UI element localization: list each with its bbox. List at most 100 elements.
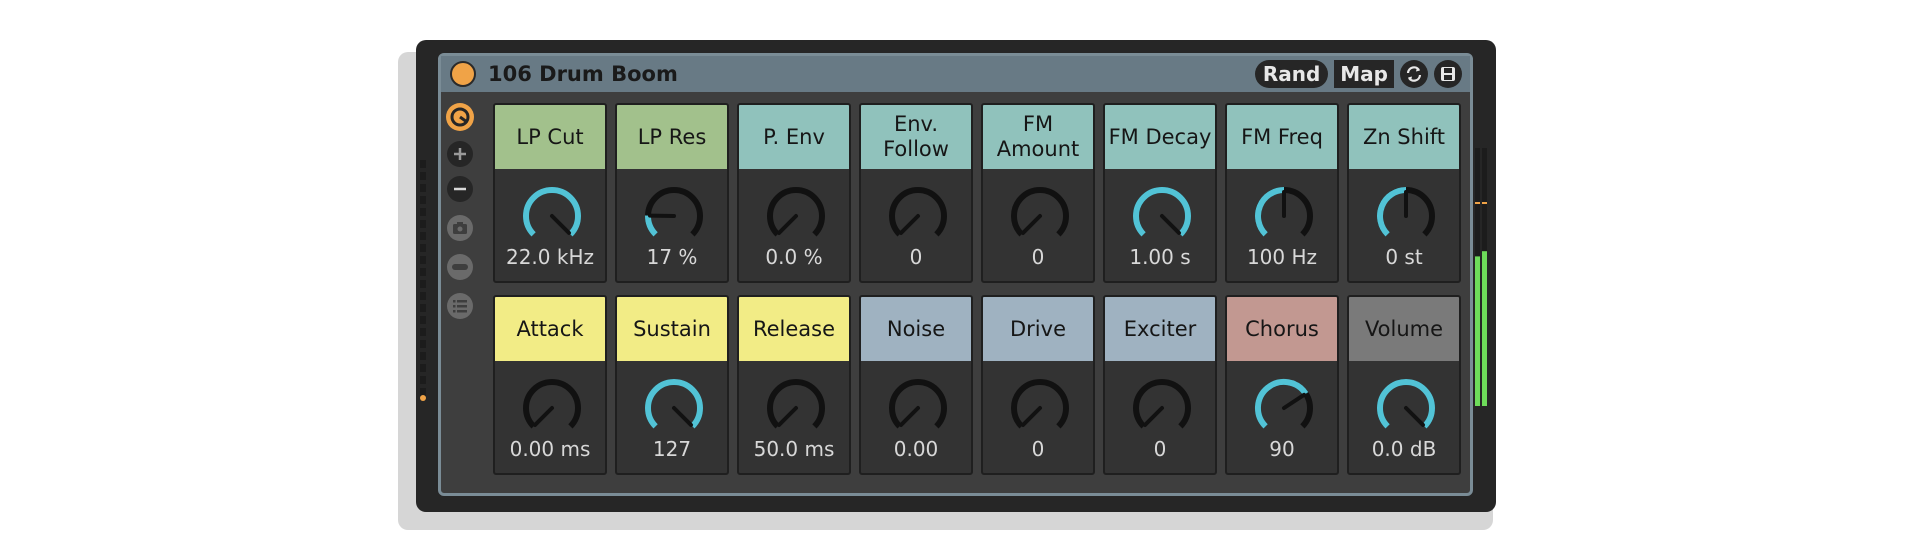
macro-value: 50.0 ms [753, 437, 835, 461]
macro-label[interactable]: Env. Follow [861, 105, 971, 169]
macro-lp-res[interactable]: LP Res 17 % [615, 103, 729, 283]
macro-knob[interactable] [1251, 375, 1317, 441]
knob-value-arc [645, 215, 658, 237]
macro-env-follow[interactable]: Env. Follow 0 [859, 103, 973, 283]
macro-knob[interactable] [519, 375, 585, 441]
macro-label[interactable]: LP Res [617, 105, 727, 169]
macro-knob[interactable] [885, 183, 951, 249]
macro-knob[interactable] [885, 375, 951, 441]
knob-pointer [777, 214, 798, 235]
macro-label[interactable]: FM Amount [983, 105, 1093, 169]
macro-value: 0.00 [893, 437, 939, 461]
macro-value: 127 [652, 437, 692, 461]
macro-chorus[interactable]: Chorus 90 [1225, 295, 1339, 475]
knob-pointer [899, 406, 920, 427]
macro-label[interactable]: FM Decay [1105, 105, 1215, 169]
macro-lane-button[interactable] [445, 252, 475, 282]
macro-fm-amount[interactable]: FM Amount 0 [981, 103, 1095, 283]
device-power-button[interactable] [450, 61, 476, 87]
knob-track [767, 187, 825, 237]
knob-track [889, 379, 947, 429]
macro-fm-decay[interactable]: FM Decay 1.00 s [1103, 103, 1217, 283]
macro-fm-freq[interactable]: FM Freq 100 Hz [1225, 103, 1339, 283]
macro-value: 0.0 dB [1371, 437, 1437, 461]
save-preset-button[interactable] [1434, 60, 1462, 88]
knob-value-arc [645, 379, 703, 429]
macro-value: 0 st [1385, 245, 1423, 269]
refresh-icon [1406, 66, 1422, 82]
knob-track [767, 379, 825, 429]
macro-label[interactable]: Release [739, 297, 849, 361]
macro-sustain[interactable]: Sustain 127 [615, 295, 729, 475]
macro-knob[interactable] [641, 183, 707, 249]
macro-knob[interactable] [1251, 183, 1317, 249]
macro-knob[interactable] [763, 375, 829, 441]
macro-label[interactable]: FM Freq [1227, 105, 1337, 169]
chain-strip [420, 160, 426, 410]
macro-drive[interactable]: Drive 0 [981, 295, 1095, 475]
remove-macro-button[interactable] [445, 174, 475, 204]
minus-icon [447, 176, 473, 202]
macro-value: 0 [909, 245, 923, 269]
knob-pointer [1282, 392, 1307, 410]
knob-pointer [777, 406, 798, 427]
macro-release[interactable]: Release 50.0 ms [737, 295, 851, 475]
macro-knob[interactable] [1007, 375, 1073, 441]
macro-knob[interactable] [1373, 183, 1439, 249]
macro-label[interactable]: LP Cut [495, 105, 605, 169]
meter-peak-left [1475, 202, 1480, 204]
macro-label[interactable]: Volume [1349, 297, 1459, 361]
rand-button[interactable]: Rand [1254, 60, 1329, 88]
hotswap-icon [446, 103, 474, 131]
knob-pointer [899, 214, 920, 235]
variations-button[interactable] [1400, 60, 1428, 88]
macro-knob[interactable] [1129, 183, 1195, 249]
macro-label[interactable]: Exciter [1105, 297, 1215, 361]
knob-value-arc [523, 187, 581, 237]
snapshot-button[interactable] [445, 213, 475, 243]
knob-pointer [1160, 214, 1181, 235]
chain-list-button[interactable] [445, 291, 475, 321]
macro-label[interactable]: Sustain [617, 297, 727, 361]
macro-label[interactable]: Noise [861, 297, 971, 361]
macro-label[interactable]: P. Env [739, 105, 849, 169]
map-button[interactable]: Map [1334, 60, 1394, 88]
meter-right-fill [1482, 251, 1487, 406]
macro-knob[interactable] [763, 183, 829, 249]
macro-knob[interactable] [641, 375, 707, 441]
meter-left-fill [1475, 256, 1480, 406]
macro-knob[interactable] [519, 183, 585, 249]
macro-knob[interactable] [1007, 183, 1073, 249]
knob-value-arc [1254, 378, 1309, 429]
macro-value: 17 % [646, 245, 698, 269]
macro-knob[interactable] [1129, 375, 1195, 441]
knob-pointer [1143, 406, 1164, 427]
macro-value: 0 [1031, 245, 1045, 269]
macro-value: 0 [1031, 437, 1045, 461]
macro-attack[interactable]: Attack 0.00 ms [493, 295, 607, 475]
macro-label[interactable]: Drive [983, 297, 1093, 361]
macro-label[interactable]: Attack [495, 297, 605, 361]
list-icon [447, 293, 473, 319]
hotswap-button[interactable] [445, 102, 475, 132]
knob-value-arc [1377, 379, 1435, 429]
macro-exciter[interactable]: Exciter 0 [1103, 295, 1217, 475]
knob-pointer [1021, 406, 1042, 427]
macro-p-env[interactable]: P. Env 0.0 % [737, 103, 851, 283]
macro-lane-icon [447, 254, 473, 280]
camera-icon [447, 215, 473, 241]
knob-track [523, 379, 581, 429]
macro-noise[interactable]: Noise 0.00 [859, 295, 973, 475]
macro-volume[interactable]: Volume 0.0 dB [1347, 295, 1461, 475]
macro-label[interactable]: Zn Shift [1349, 105, 1459, 169]
knob-track [645, 187, 703, 237]
macro-zn-shift[interactable]: Zn Shift 0 st [1347, 103, 1461, 283]
macro-value: 0.0 % [765, 245, 823, 269]
macro-label[interactable]: Chorus [1227, 297, 1337, 361]
macro-value: 100 Hz [1246, 245, 1318, 269]
knob-pointer [550, 214, 571, 235]
add-macro-button[interactable] [445, 139, 475, 169]
macro-knob[interactable] [1373, 375, 1439, 441]
macro-value: 0.00 ms [509, 437, 591, 461]
macro-lp-cut[interactable]: LP Cut 22.0 kHz [493, 103, 607, 283]
